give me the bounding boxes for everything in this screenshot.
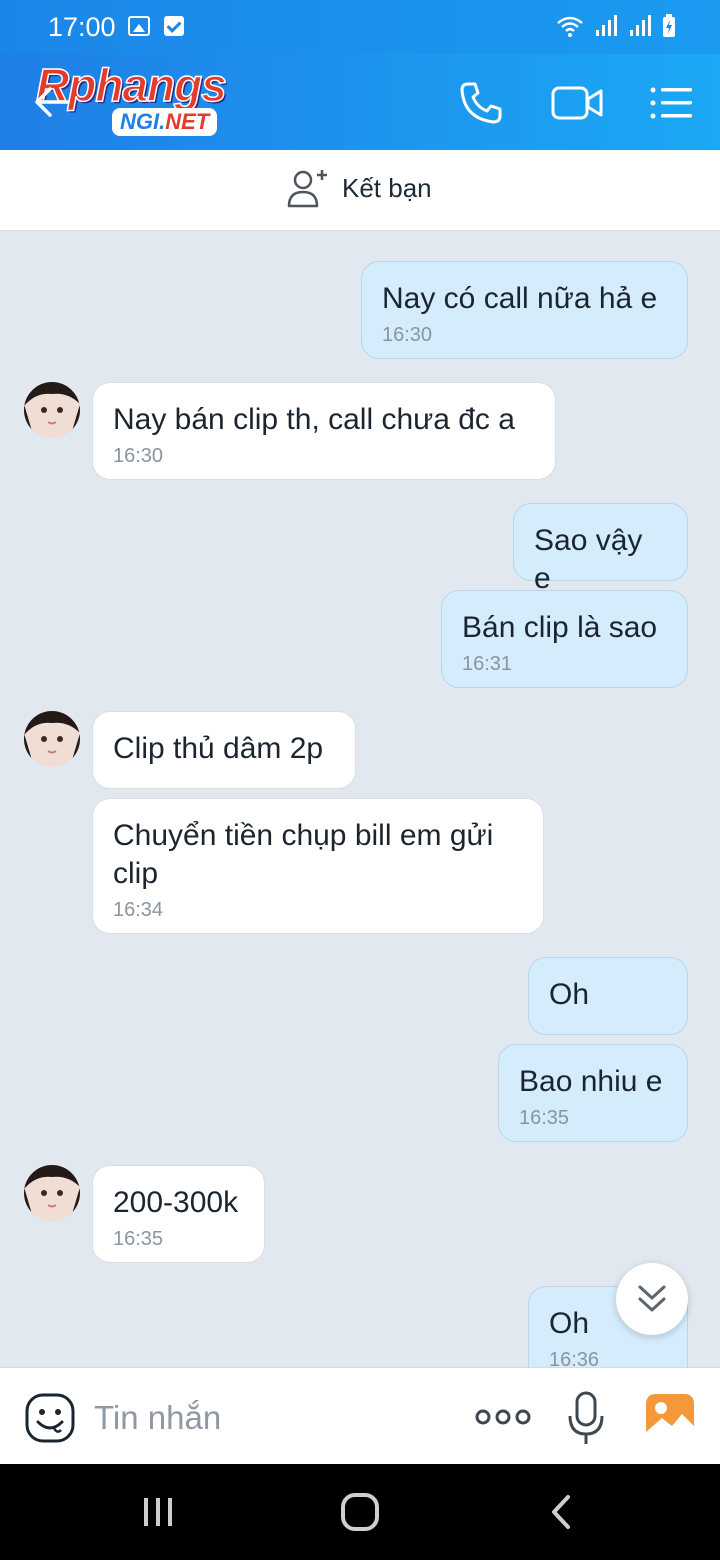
message-bubble-incoming[interactable]: Chuyển tiền chụp bill em gửi clip 16:34 [92, 798, 544, 934]
system-status-icons [556, 14, 676, 38]
message-time: 16:30 [113, 445, 164, 467]
video-call-icon[interactable] [550, 78, 604, 128]
back-icon[interactable] [540, 1492, 584, 1532]
image-icon[interactable] [644, 1392, 696, 1442]
message-bubble-outgoing[interactable]: Bán clip là sao 16:31 [441, 590, 688, 688]
message-bubble-incoming[interactable]: 200-300k 16:35 [92, 1165, 265, 1263]
message-time: 16:36 [549, 1349, 600, 1367]
message-text: Bán clip là sao [462, 611, 658, 644]
message-text: Nay bán clip th, call chưa đc a [113, 403, 515, 436]
home-icon[interactable] [338, 1492, 382, 1532]
message-bubble-outgoing[interactable]: Oh [528, 957, 688, 1035]
contact-avatar-image [24, 382, 80, 438]
logo-sub-badge: NGI.NET [112, 108, 218, 136]
message-text: Chuyển tiền chụp bill em gửi clip [113, 819, 494, 890]
message-input-bar [0, 1367, 720, 1465]
double-chevron-down-icon [638, 1285, 666, 1312]
avatar[interactable] [24, 711, 80, 767]
message-text: Oh [549, 978, 590, 1011]
message-bubble-outgoing[interactable]: Bao nhiu e 16:35 [498, 1044, 688, 1142]
status-time: 17:00 [48, 12, 116, 42]
gallery-notification-icon [128, 16, 150, 36]
notification-icons [128, 16, 184, 36]
back-arrow-icon[interactable] [30, 80, 74, 124]
wifi-icon [557, 16, 583, 37]
avatar[interactable] [24, 382, 80, 438]
recent-apps-icon[interactable] [136, 1492, 180, 1532]
message-text: Nay có call nữa hả e [382, 282, 658, 315]
more-dots-icon[interactable] [474, 1402, 532, 1432]
status-bar: 17:00 [0, 0, 720, 54]
message-text: 200-300k [113, 1186, 239, 1219]
logo-sub-left: NGI. [120, 109, 166, 134]
add-friend-icon [287, 170, 327, 208]
add-friend-button[interactable]: Kết bạn [286, 166, 432, 210]
message-bubble-incoming[interactable]: Clip thủ dâm 2p [92, 711, 356, 789]
message-time: 16:30 [382, 324, 433, 346]
contact-avatar-image [24, 1165, 80, 1221]
message-text: Bao nhiu e [519, 1065, 663, 1098]
microphone-icon[interactable] [566, 1390, 606, 1446]
message-text: Sao vậy e [534, 524, 643, 595]
message-list[interactable]: Nay có call nữa hả e 16:30 Nay bán clip … [0, 231, 720, 1367]
battery-charging-icon [663, 14, 675, 37]
system-nav-bar [0, 1464, 720, 1560]
message-input[interactable] [92, 1392, 456, 1444]
message-bubble-incoming[interactable]: Nay bán clip th, call chưa đc a 16:30 [92, 382, 556, 480]
message-time: 16:35 [113, 1228, 164, 1250]
chat-header: Rphangs NGI.NET [0, 54, 720, 150]
message-time: 16:34 [113, 899, 164, 921]
message-bubble-outgoing[interactable]: Sao vậy e [513, 503, 688, 595]
add-friend-bar[interactable]: Kết bạn [0, 150, 720, 231]
add-friend-label: Kết bạn [342, 172, 432, 203]
message-time: 16:35 [519, 1107, 570, 1129]
signal-icon [596, 15, 617, 36]
contact-avatar-image [24, 711, 80, 767]
menu-list-icon[interactable] [648, 78, 694, 128]
phone-icon[interactable] [456, 78, 506, 128]
avatar[interactable] [24, 1165, 80, 1221]
message-bubble-outgoing[interactable]: Nay có call nữa hả e 16:30 [361, 261, 688, 359]
message-time: 16:31 [462, 653, 513, 675]
emoji-icon[interactable] [24, 1392, 76, 1444]
signal-icon-2 [630, 15, 651, 36]
task-notification-icon [164, 16, 184, 36]
message-text: Clip thủ dâm 2p [113, 732, 324, 765]
scroll-to-bottom-button[interactable] [616, 1263, 688, 1335]
logo-sub-right: NET [165, 109, 210, 134]
